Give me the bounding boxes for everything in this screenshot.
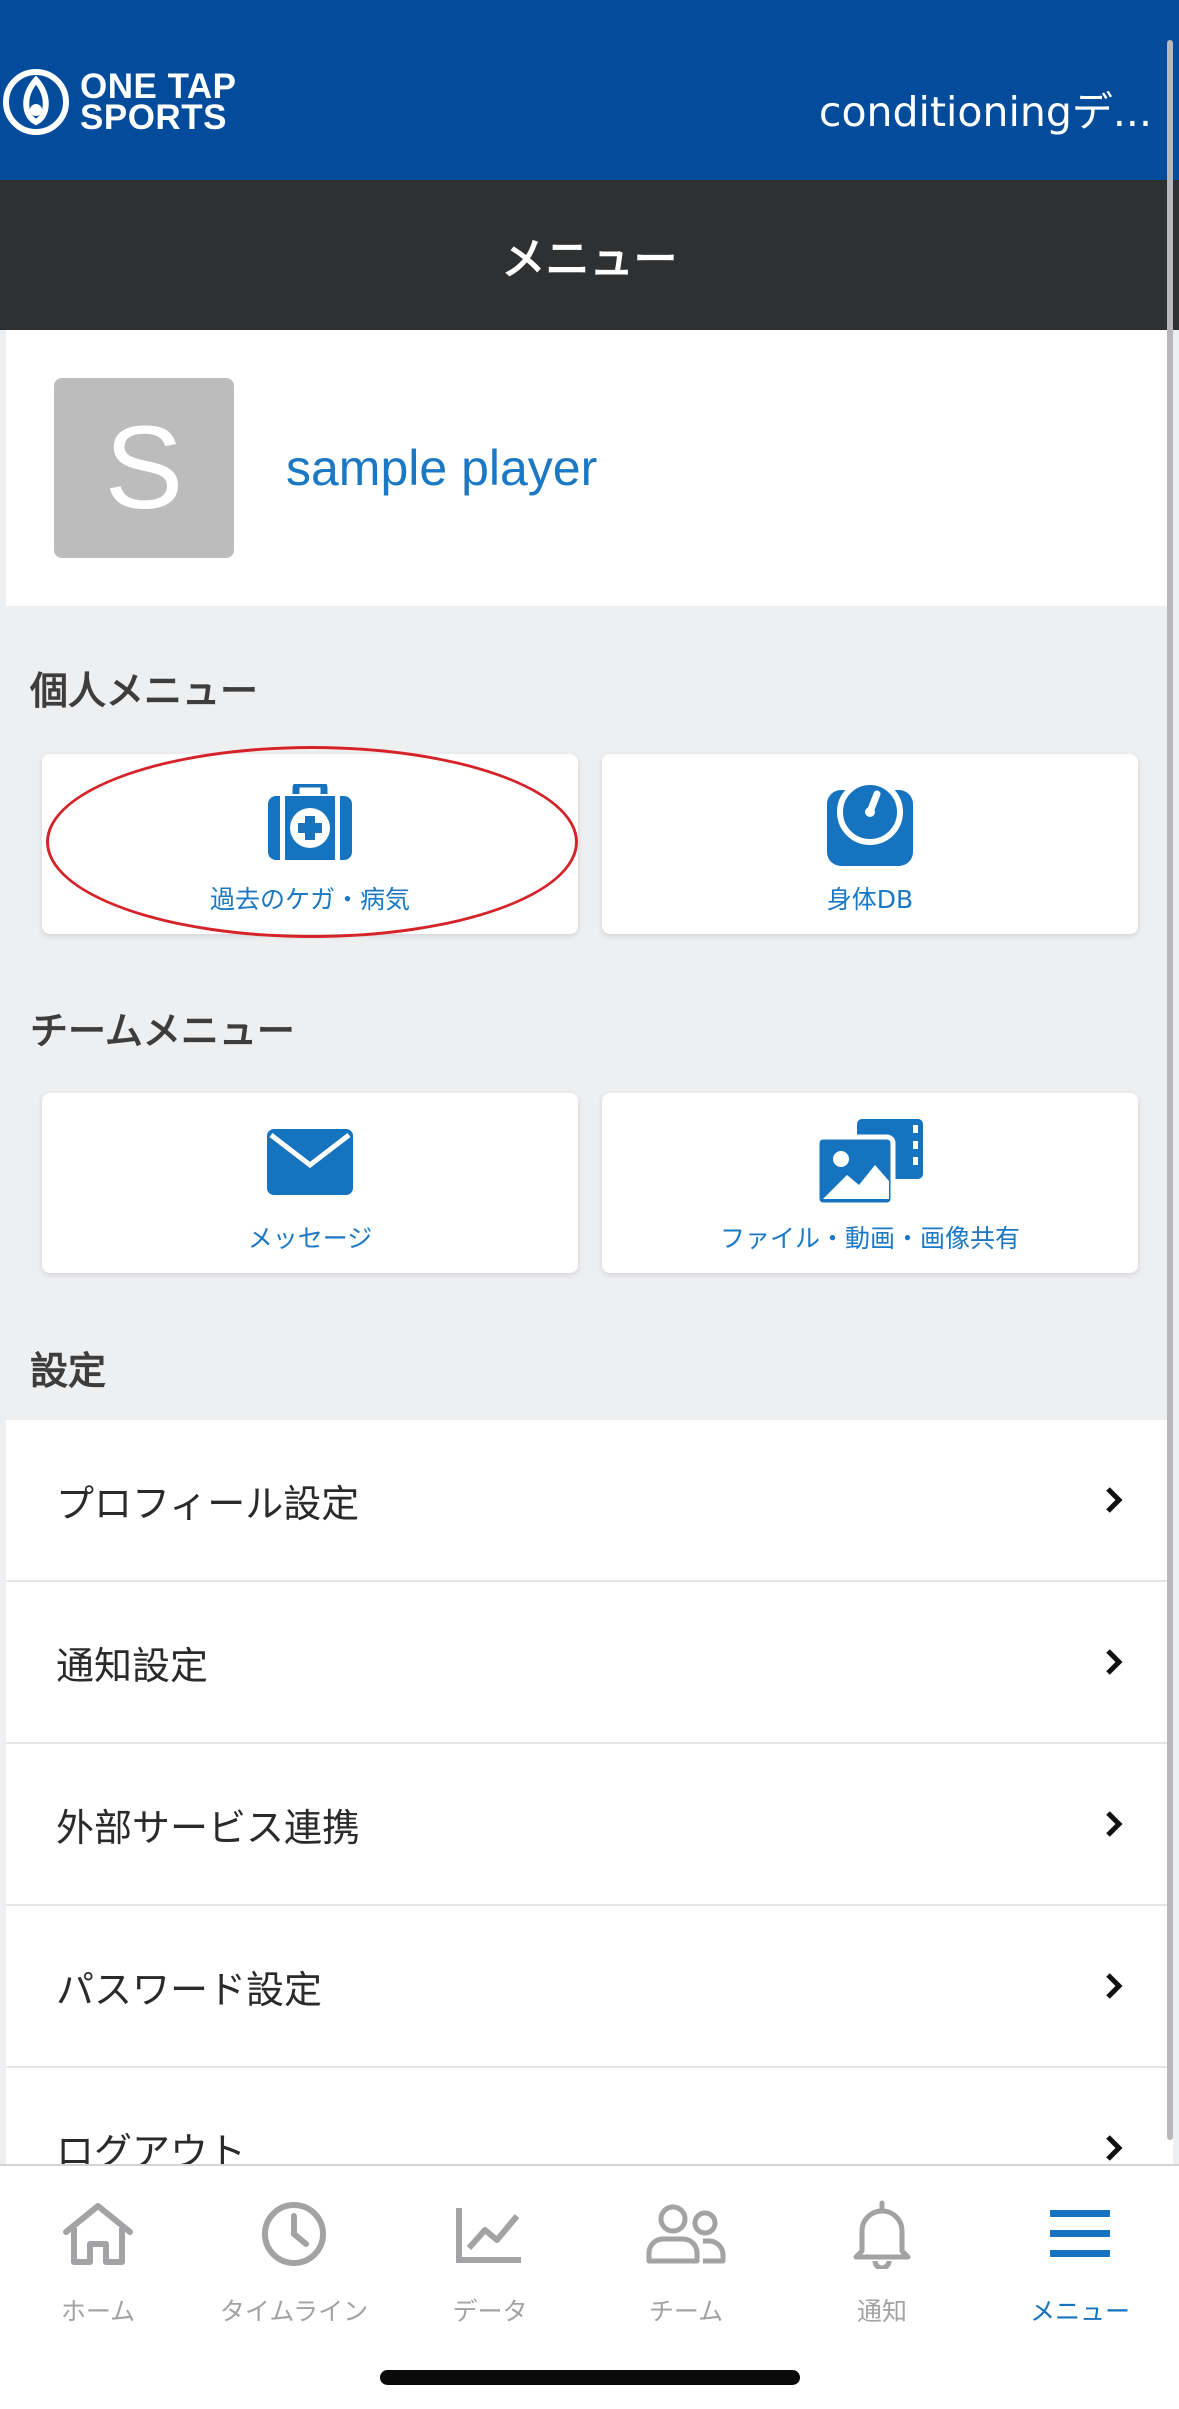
hamburger-icon xyxy=(1050,2210,1110,2257)
file-video-image-share-card[interactable]: ファイル・動画・画像共有 xyxy=(602,1093,1138,1273)
tab-menu[interactable]: メニュー xyxy=(982,2196,1178,2346)
tab-label: データ xyxy=(452,2297,528,2326)
profile-name: sample player xyxy=(286,440,598,496)
logo-text-line2: SPORTS xyxy=(80,98,227,137)
team-menu-heading: チームメニュー xyxy=(30,1009,295,1053)
tab-timeline[interactable]: タイムライン xyxy=(196,2196,392,2346)
body-db-card[interactable]: 身体DB xyxy=(602,754,1138,934)
settings-item-label: パスワード設定 xyxy=(56,1967,323,2012)
settings-item-password[interactable]: パスワード設定 xyxy=(6,1906,1173,2068)
settings-item-label: 通知設定 xyxy=(56,1643,209,1688)
app-logo: ONE TAP SPORTS xyxy=(0,64,236,140)
people-icon xyxy=(646,2204,726,2264)
message-card[interactable]: メッセージ xyxy=(42,1093,578,1273)
tab-home[interactable]: ホーム xyxy=(0,2196,196,2346)
tab-label: メニュー xyxy=(1029,2297,1130,2326)
card-label: 過去のケガ・病気 xyxy=(209,885,410,914)
chevron-right-icon xyxy=(1106,1487,1123,1513)
tab-label: タイムライン xyxy=(219,2297,369,2326)
profile-card[interactable]: S sample player xyxy=(6,330,1173,606)
settings-list: プロフィール設定 通知設定 外部サービス連携 パスワード設定 ログアウト xyxy=(6,1420,1173,2230)
team-switcher[interactable]: conditioningデ... xyxy=(819,78,1152,138)
settings-item-label: プロフィール設定 xyxy=(56,1481,360,1526)
bell-icon xyxy=(853,2200,911,2269)
clock-icon xyxy=(262,2202,326,2266)
tab-notifications[interactable]: 通知 xyxy=(784,2196,980,2346)
envelope-icon xyxy=(267,1129,353,1195)
media-share-icon xyxy=(817,1119,923,1205)
chevron-right-icon xyxy=(1106,2135,1123,2161)
menu-screen: ONE TAP SPORTS conditioningデ... メニュー S s… xyxy=(0,0,1179,2409)
scale-icon xyxy=(827,780,913,866)
medical-kit-icon xyxy=(268,784,352,860)
logo-mark-icon xyxy=(3,69,69,135)
page-title: メニュー xyxy=(501,234,678,285)
scrollbar[interactable] xyxy=(1167,40,1173,2140)
tab-label: ホーム xyxy=(60,2297,136,2326)
past-injury-illness-card[interactable]: 過去のケガ・病気 xyxy=(42,754,578,934)
title-bar: メニュー xyxy=(0,180,1179,330)
tab-team[interactable]: チーム xyxy=(588,2196,784,2346)
settings-item-external-services[interactable]: 外部サービス連携 xyxy=(6,1744,1173,1906)
chevron-right-icon xyxy=(1106,1973,1123,1999)
tab-label: チーム xyxy=(648,2297,724,2326)
settings-item-notification[interactable]: 通知設定 xyxy=(6,1582,1173,1744)
tab-data[interactable]: データ xyxy=(392,2196,588,2346)
avatar: S xyxy=(54,378,234,558)
settings-item-profile[interactable]: プロフィール設定 xyxy=(6,1420,1173,1582)
card-label: 身体DB xyxy=(826,885,914,914)
card-label: メッセージ xyxy=(247,1224,373,1253)
personal-menu-heading: 個人メニュー xyxy=(30,669,259,713)
home-icon xyxy=(63,2203,133,2265)
chevron-right-icon xyxy=(1106,1811,1123,1837)
app-header: ONE TAP SPORTS conditioningデ... xyxy=(0,0,1179,180)
chevron-right-icon xyxy=(1106,1649,1123,1675)
chart-icon xyxy=(456,2208,521,2263)
card-label: ファイル・動画・画像共有 xyxy=(719,1224,1020,1253)
settings-heading: 設定 xyxy=(30,1349,107,1393)
settings-item-label: 外部サービス連携 xyxy=(56,1805,361,1850)
tab-label: 通知 xyxy=(856,2297,907,2326)
home-indicator[interactable] xyxy=(380,2370,800,2385)
